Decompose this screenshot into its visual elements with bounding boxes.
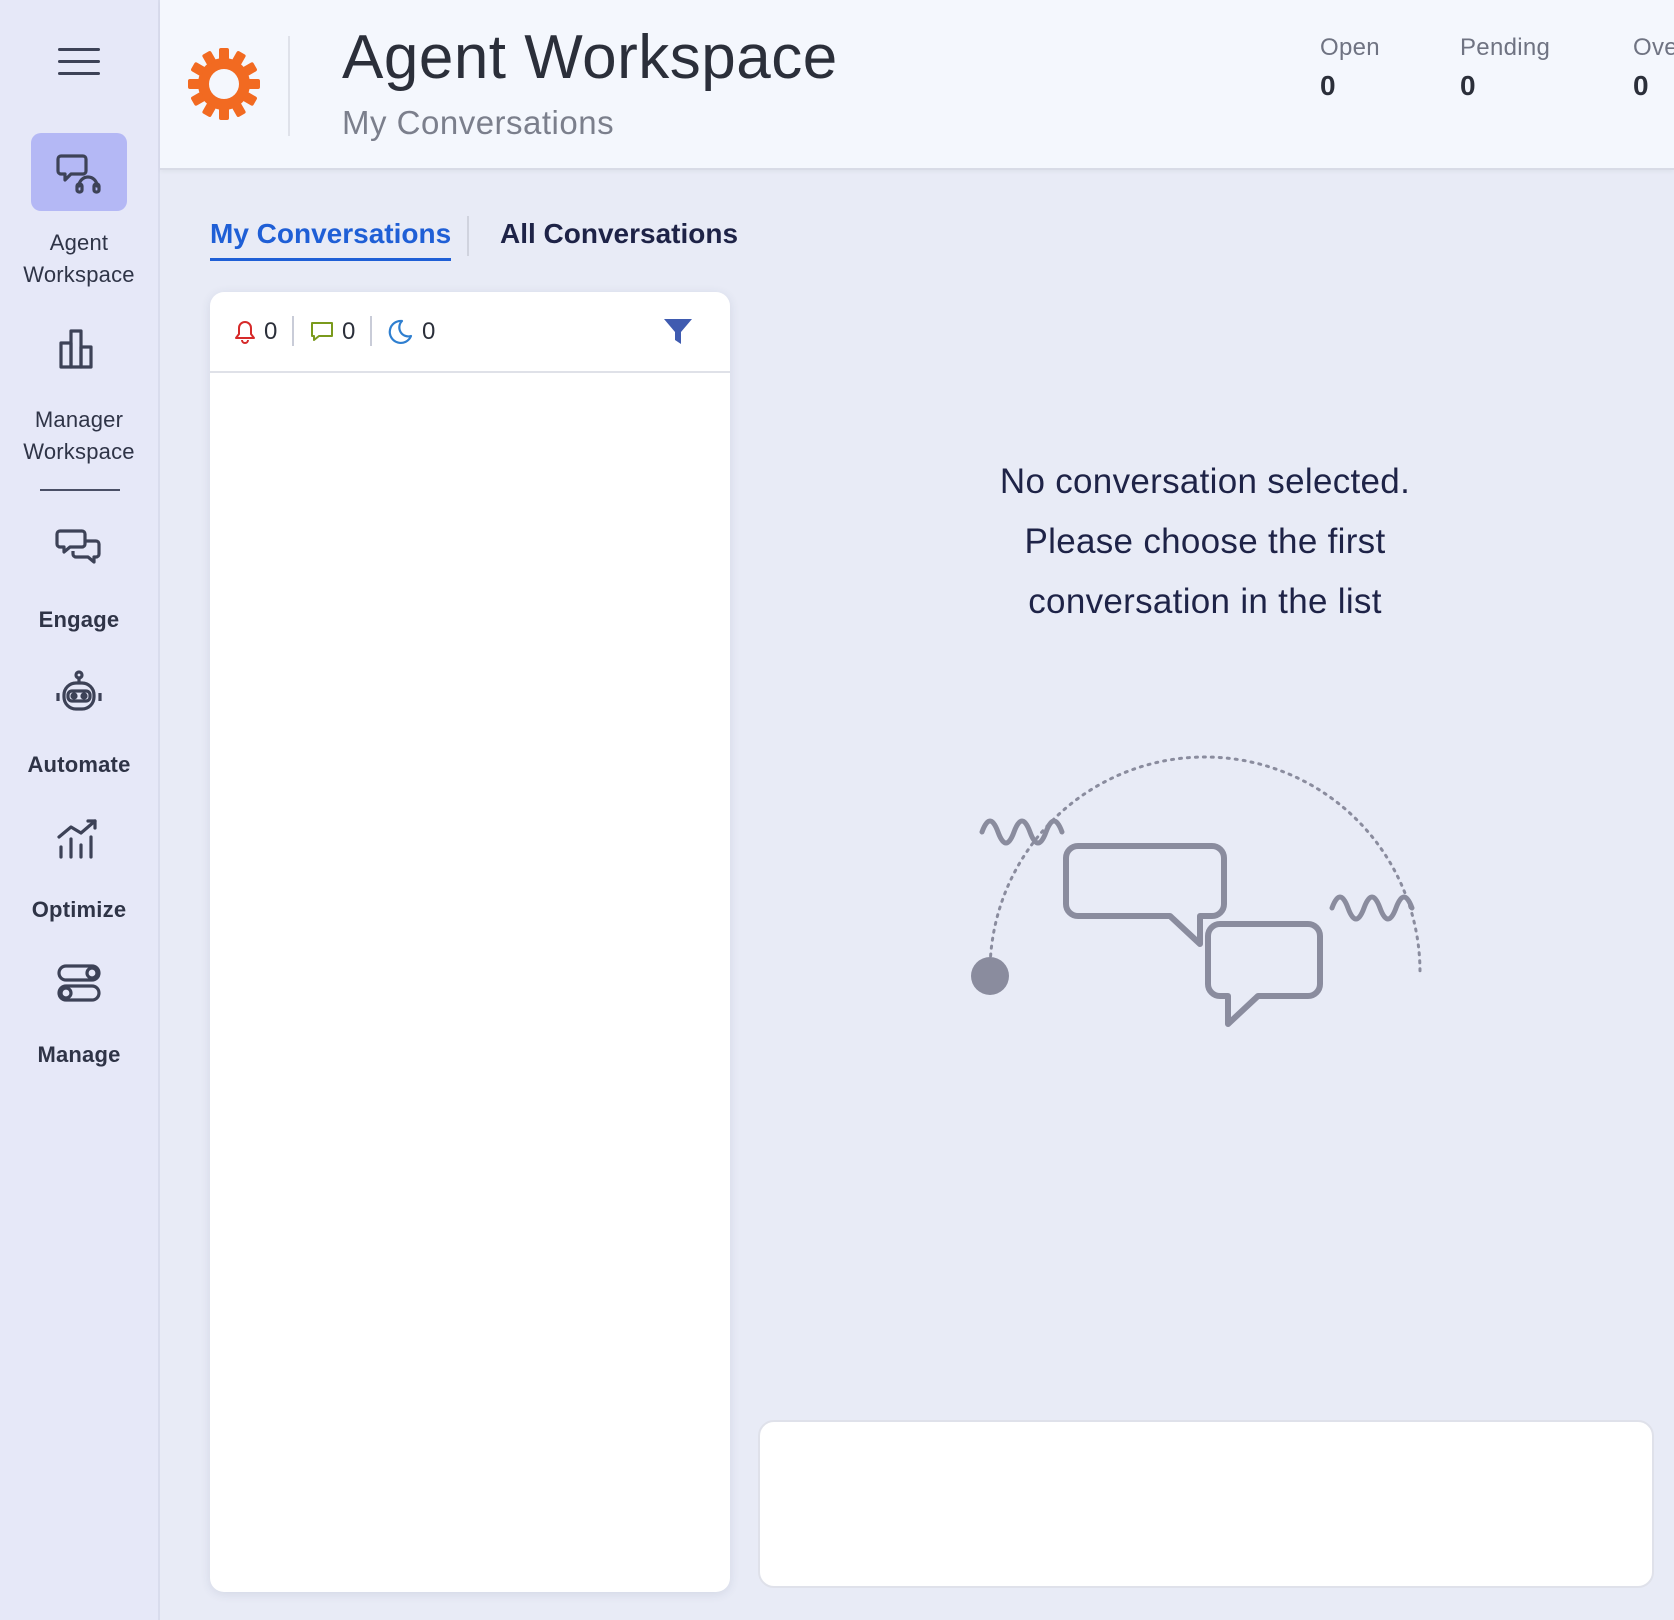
sidebar-item-label: Engage [38, 607, 120, 632]
stat-label: Open [1320, 34, 1380, 61]
counter-value: 0 [264, 318, 278, 345]
filter-button[interactable] [662, 316, 698, 352]
page-title: Agent Workspace [342, 23, 838, 92]
stat-overdue: Ove 0 [1633, 34, 1674, 102]
filter-icon [664, 319, 692, 344]
list-toolbar: 0 0 0 [210, 292, 730, 373]
gear-logo-icon [188, 48, 260, 120]
sidebar-item-optimize[interactable]: Optimize [0, 800, 158, 926]
sidebar-item-manage[interactable]: Manage [0, 945, 158, 1071]
sidebar-item-agent-workspace[interactable]: Agent Workspace [0, 133, 158, 291]
counter-divider [292, 316, 294, 346]
counter-value: 0 [422, 318, 436, 345]
message-composer-box[interactable] [758, 1420, 1654, 1588]
sidebar-item-label: Manage [37, 1042, 121, 1067]
counter-divider [370, 316, 372, 346]
stat-value: 0 [1320, 70, 1336, 101]
conversation-list-panel: 0 0 0 [210, 292, 730, 1592]
stat-open: Open 0 [1320, 34, 1380, 102]
sidebar-item-label: Agent [49, 230, 109, 255]
trend-chart-icon [57, 819, 97, 859]
header: Agent Workspace My Conversations Open 0 … [160, 0, 1674, 170]
sidebar-item-label: Workspace [23, 262, 135, 287]
stat-value: 0 [1460, 70, 1476, 101]
tab-divider [467, 216, 469, 256]
sidebar-divider [40, 489, 120, 491]
sidebar: Agent Workspace Manager Workspace Engage [0, 0, 160, 1620]
stat-pending: Pending 0 [1460, 34, 1550, 102]
stat-label: Ove [1633, 34, 1674, 61]
toggles-icon [57, 964, 101, 1002]
empty-state-line2: Please choose the first [1024, 522, 1386, 561]
stat-value: 0 [1633, 70, 1649, 101]
sidebar-item-engage[interactable]: Engage [0, 510, 158, 636]
bar-chart-icon [59, 329, 93, 369]
chat-icon [311, 322, 333, 341]
empty-state-illustration [960, 740, 1440, 1045]
chat-bubbles-icon [55, 529, 101, 564]
messages-counter[interactable]: 0 [310, 318, 355, 346]
sidebar-item-label: Workspace [23, 439, 135, 464]
empty-state-line3: conversation in the list [1028, 582, 1382, 621]
snoozed-counter[interactable]: 0 [386, 318, 435, 346]
robot-icon [56, 670, 102, 711]
page-subtitle: My Conversations [342, 104, 615, 141]
tab-my-conversations[interactable]: My Conversations [210, 218, 452, 261]
menu-icon[interactable] [58, 46, 102, 80]
bell-icon [235, 321, 255, 344]
tab-all-conversations[interactable]: All Conversations [500, 218, 738, 250]
stat-label: Pending [1460, 34, 1551, 61]
alerts-counter[interactable]: 0 [234, 318, 277, 346]
sidebar-item-automate[interactable]: Automate [0, 655, 158, 781]
brand-logo [188, 48, 260, 125]
header-divider [288, 36, 290, 136]
sidebar-item-label: Optimize [31, 897, 127, 922]
agent-headset-chat-icon [56, 154, 101, 194]
sidebar-item-manager-workspace[interactable]: Manager Workspace [0, 310, 158, 468]
moon-icon [388, 319, 413, 345]
sidebar-item-label: Manager [34, 407, 124, 432]
sidebar-item-label: Automate [27, 752, 131, 777]
empty-state-line1: No conversation selected. [999, 462, 1411, 501]
chat-bubbles-illustration-icon [971, 755, 1422, 1027]
counter-value: 0 [342, 318, 356, 345]
